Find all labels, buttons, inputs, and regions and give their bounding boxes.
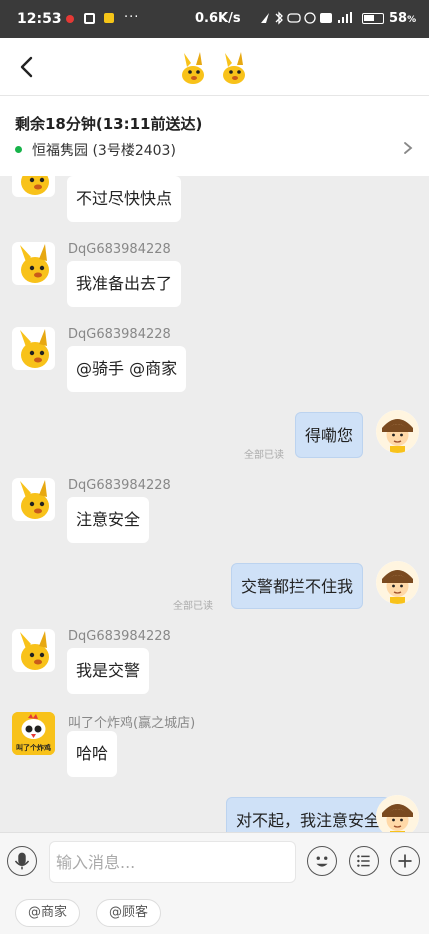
system-status-icons bbox=[260, 11, 356, 28]
net-speed: 0.6K/s bbox=[195, 11, 241, 26]
sender-name: DqG683984228 bbox=[68, 478, 171, 493]
message-input[interactable] bbox=[49, 841, 296, 883]
emoji-icon[interactable] bbox=[307, 846, 337, 876]
message-bubble[interactable]: 不过尽快快点 bbox=[67, 176, 182, 222]
status-dot-icon bbox=[15, 146, 22, 153]
sender-name: DqG683984228 bbox=[68, 629, 171, 644]
delivery-info[interactable]: 剩余18分钟(13:11前送达) 恒福隽园 (3号楼2403) bbox=[0, 96, 429, 176]
signal-icon bbox=[338, 20, 340, 23]
kangaroo-avatar[interactable] bbox=[12, 478, 55, 521]
sender-name: 叫了个炸鸡(赢之城店) bbox=[68, 716, 196, 731]
battery-value: 58 bbox=[389, 11, 408, 26]
message-bubble[interactable]: 我准备出去了 bbox=[67, 261, 182, 307]
voice-input-icon[interactable] bbox=[7, 846, 37, 876]
rider-avatar[interactable] bbox=[376, 410, 419, 453]
battery-unit: % bbox=[407, 15, 417, 25]
message-bubble-outgoing[interactable]: 交警都拦不住我 bbox=[230, 563, 363, 609]
message-bubble[interactable]: 我是交警 bbox=[67, 648, 150, 694]
rider-avatar-icon bbox=[376, 561, 419, 604]
chicken-shop-logo-text: 叫了个炸鸡 bbox=[16, 744, 51, 752]
alarm-icon bbox=[304, 12, 316, 24]
read-status: 全部已读 bbox=[244, 450, 284, 461]
message-bubble[interactable]: @骑手 @商家 bbox=[67, 346, 187, 392]
kangaroo-avatar-icon bbox=[12, 176, 55, 197]
delivery-eta: 剩余18分钟(13:11前送达) bbox=[15, 115, 203, 133]
rider-avatar-icon bbox=[376, 795, 419, 832]
status-time: 12:53 bbox=[17, 11, 62, 27]
message-bubble-outgoing[interactable]: 得嘞您 bbox=[294, 412, 363, 458]
quick-reply-list-icon[interactable] bbox=[349, 846, 379, 876]
bluetooth-icon bbox=[275, 11, 283, 25]
plus-icon[interactable] bbox=[390, 846, 420, 876]
more-notifications-icon: ··· bbox=[124, 10, 140, 25]
message-bubble-outgoing[interactable]: 对不起，我注意安全 bbox=[225, 797, 390, 832]
kangaroo-avatar[interactable] bbox=[12, 242, 55, 285]
chevron-right-icon[interactable] bbox=[401, 140, 415, 156]
app-notification-icon bbox=[84, 13, 95, 24]
chat-header bbox=[0, 38, 429, 96]
sender-name: DqG683984228 bbox=[68, 327, 171, 342]
quick-mention-tags: @商家 @顾客 bbox=[0, 890, 429, 934]
rider-avatar-icon bbox=[376, 410, 419, 453]
chicken-shop-avatar[interactable]: 叫了个炸鸡 bbox=[12, 712, 55, 755]
record-icon bbox=[66, 15, 74, 23]
mention-merchant-tag[interactable]: @商家 bbox=[15, 899, 81, 927]
message-bubble[interactable]: 哈哈 bbox=[67, 731, 118, 777]
kangaroo-avatar[interactable] bbox=[12, 327, 55, 370]
read-status: 全部已读 bbox=[173, 601, 213, 612]
back-icon[interactable] bbox=[14, 54, 40, 80]
hd-icon bbox=[320, 13, 332, 23]
rider-mascot-icon bbox=[182, 52, 204, 84]
battery-percent: 58% bbox=[389, 11, 416, 26]
vibrate-icon bbox=[287, 13, 301, 23]
kangaroo-avatar-icon bbox=[12, 242, 55, 285]
app-notification-icon-2 bbox=[104, 13, 114, 23]
rider-avatar[interactable] bbox=[376, 795, 419, 832]
merchant-mascot-icon bbox=[223, 52, 245, 84]
kangaroo-avatar[interactable] bbox=[12, 629, 55, 672]
mention-customer-tag[interactable]: @顾客 bbox=[96, 899, 162, 927]
rider-avatar[interactable] bbox=[376, 561, 419, 604]
status-bar: 12:53 ··· 0.6K/s 58% bbox=[0, 0, 429, 38]
message-bubble[interactable]: 注意安全 bbox=[67, 497, 150, 543]
chat-messages[interactable]: 不过尽快快点 DqG683984228 我准备出去了 DqG683984228 … bbox=[0, 176, 429, 832]
location-icon bbox=[261, 13, 269, 23]
kangaroo-avatar-icon bbox=[12, 629, 55, 672]
kangaroo-avatar-icon bbox=[12, 478, 55, 521]
kangaroo-avatar[interactable] bbox=[12, 176, 55, 197]
sender-name: DqG683984228 bbox=[68, 242, 171, 257]
kangaroo-avatar-icon bbox=[12, 327, 55, 370]
message-input-bar bbox=[0, 832, 429, 890]
status-icons-svg bbox=[261, 11, 352, 25]
battery-icon bbox=[362, 13, 384, 24]
delivery-address: 恒福隽园 (3号楼2403) bbox=[32, 143, 176, 159]
